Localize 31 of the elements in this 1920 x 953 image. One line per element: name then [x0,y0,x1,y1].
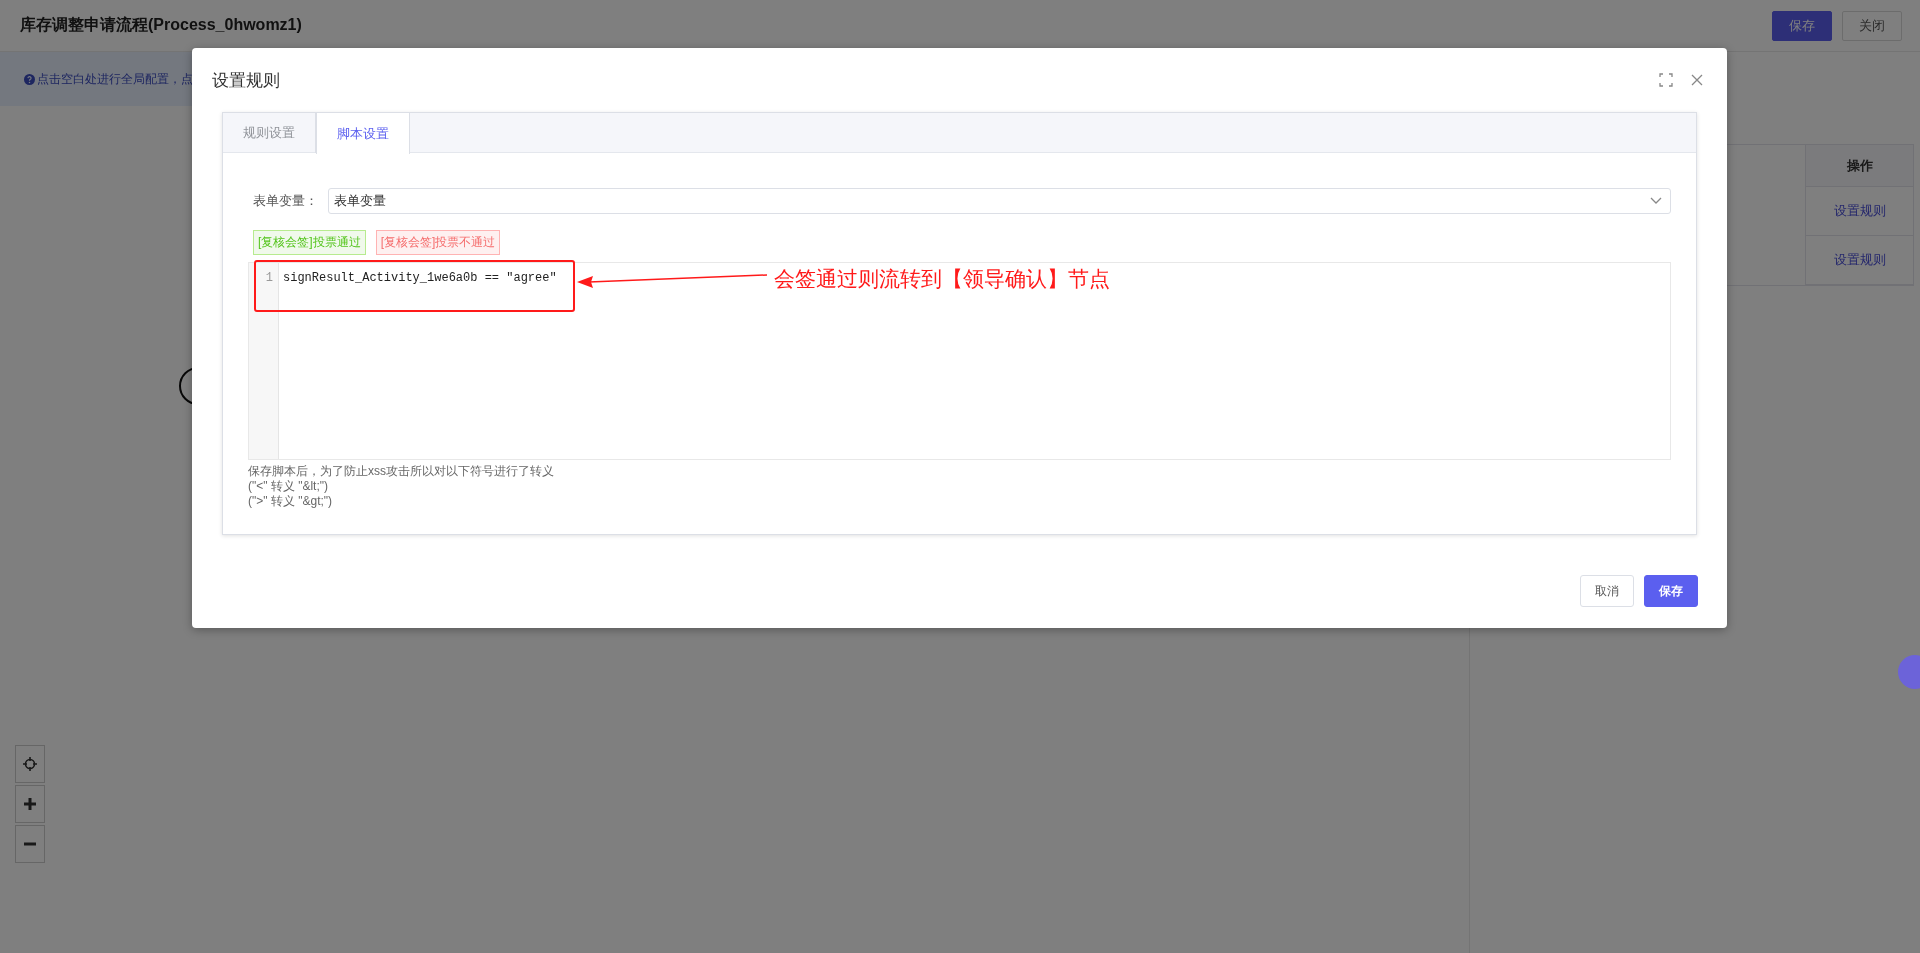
set-rule-link[interactable]: 设置规则 [1833,251,1886,269]
field-label: 表单变量： [253,192,319,210]
hint-text: 点击空白处进行全局配置，点 [37,70,193,88]
variable-tag[interactable]: [复核会签]投票不通过 [375,230,501,255]
note-text: 保存脚本后，为了防止xss攻击所以对以下符号进行了转义 [248,464,555,479]
code-line: signResult_Activity_1we6a0b == "agree" [283,270,557,287]
form-variable-select[interactable]: 表单变量 [328,188,1671,214]
plus-icon [23,797,37,811]
chevron-down-icon [1650,197,1662,205]
annotation-text: 会签通过则流转到【领导确认】节点 [774,266,1110,292]
dialog-title: 设置规则 [212,69,281,92]
page-title: 库存调整申请流程(Process_0hwomz1) [20,15,303,35]
column-header: 操作 [1805,145,1913,187]
crosshair-icon [22,756,38,772]
close-button[interactable]: 关闭 [1842,10,1902,41]
line-number: 1 [265,270,274,287]
tab[interactable]: 脚本设置 [316,113,410,154]
zoom-out-button[interactable] [15,825,45,863]
save-button[interactable]: 保存 [1644,575,1698,607]
set-rule-link[interactable]: 设置规则 [1833,202,1886,220]
note-text: ("<" 转义 "&lt;") [248,479,330,494]
maximize-icon[interactable] [1659,73,1673,87]
fit-view-button[interactable] [15,745,45,783]
save-button[interactable]: 保存 [1772,10,1832,41]
code-editor[interactable]: 1 signResult_Activity_1we6a0b == "agree" 会签通过则流转到【领导确认】节点 [248,262,1671,460]
variable-tag[interactable]: [复核会签]投票通过 [253,230,366,255]
zoom-in-button[interactable] [15,785,45,823]
help-icon [24,73,35,85]
close-icon[interactable] [1691,74,1703,86]
note-text: (">" 转义 "&gt;") [248,494,334,509]
cancel-button[interactable]: 取消 [1580,575,1634,607]
